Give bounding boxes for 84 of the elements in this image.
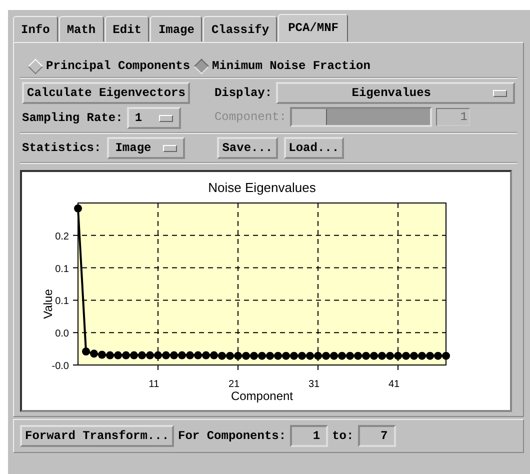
point — [314, 352, 322, 360]
point — [234, 352, 242, 360]
to-field[interactable]: 7 — [358, 425, 396, 447]
point — [194, 351, 202, 360]
y-tick-label: -0.0 — [52, 361, 69, 372]
point — [338, 352, 346, 360]
component-slider[interactable] — [290, 107, 432, 127]
point — [330, 352, 338, 360]
point — [82, 348, 90, 356]
display-label: Display: — [214, 86, 272, 100]
tab[interactable]: Math — [58, 16, 104, 42]
point — [170, 351, 178, 360]
point — [146, 351, 154, 360]
point — [362, 352, 370, 360]
display-dropdown[interactable]: Eigenvalues — [276, 82, 515, 104]
point — [218, 352, 226, 360]
point — [122, 351, 130, 360]
point — [250, 352, 258, 360]
point — [354, 352, 362, 360]
point — [282, 352, 290, 360]
x-axis-title: Component — [230, 389, 294, 403]
tab[interactable]: Image — [150, 16, 202, 42]
point — [322, 352, 330, 360]
y-tick-label: 0.0 — [55, 328, 69, 340]
to-label: to: — [332, 429, 354, 443]
forward-transform-button[interactable]: Forward Transform... — [20, 425, 174, 447]
calculate-button[interactable]: Calculate Eigenvectors — [22, 82, 190, 104]
radio-option[interactable]: Principal Components — [28, 59, 190, 73]
point — [154, 351, 162, 360]
point — [346, 352, 354, 360]
y-tick-label: 0.1 — [55, 264, 69, 275]
tab[interactable]: Classify — [203, 16, 278, 42]
file-button[interactable]: Load... — [284, 137, 344, 159]
x-tick-label: 21 — [228, 379, 240, 390]
component-label: Component: — [214, 110, 286, 124]
x-tick-label: 11 — [148, 379, 160, 390]
point — [266, 352, 274, 360]
point — [378, 352, 386, 360]
point — [402, 352, 410, 360]
file-button[interactable]: Save... — [217, 137, 278, 159]
point — [74, 204, 82, 212]
tab[interactable]: Edit — [104, 16, 150, 42]
statistics-dropdown[interactable]: Image — [107, 137, 186, 159]
point — [298, 352, 306, 360]
point — [186, 351, 194, 360]
point — [306, 352, 314, 360]
y-tick-label: 0.1 — [55, 296, 69, 308]
point — [90, 350, 98, 358]
point — [114, 351, 122, 360]
point — [106, 351, 114, 360]
point — [210, 351, 218, 360]
x-tick-label: 31 — [308, 379, 320, 390]
point — [178, 351, 186, 360]
point — [426, 352, 434, 360]
statistics-label: Statistics: — [22, 141, 102, 155]
tab[interactable]: Info — [13, 16, 58, 42]
point — [410, 352, 418, 360]
point — [130, 351, 138, 360]
point — [258, 352, 266, 360]
x-tick-label: 41 — [388, 379, 400, 390]
y-tick-label: 0.2 — [55, 231, 69, 242]
point — [394, 352, 402, 360]
point — [434, 352, 442, 360]
point — [226, 352, 234, 360]
component-reading: 1 — [436, 108, 470, 126]
sampling-rate-dropdown[interactable]: 1 — [126, 107, 181, 129]
point — [242, 352, 250, 360]
point — [202, 351, 210, 360]
point — [418, 352, 426, 360]
sampling-rate-label: Sampling Rate: — [22, 111, 123, 125]
y-axis-title: Value — [41, 289, 55, 319]
point — [386, 352, 394, 360]
chart-title: Noise Eigenvalues — [208, 180, 316, 195]
components-label: For Components: — [178, 429, 286, 443]
point — [370, 352, 378, 360]
point — [138, 351, 146, 360]
point — [98, 350, 106, 359]
point — [274, 352, 282, 360]
radio-option[interactable]: Minimum Noise Fraction — [194, 59, 370, 73]
point — [290, 352, 298, 360]
point — [442, 352, 450, 360]
tab[interactable]: PCA/MNF — [278, 14, 348, 42]
from-field[interactable]: 1 — [290, 425, 328, 447]
point — [162, 351, 170, 360]
